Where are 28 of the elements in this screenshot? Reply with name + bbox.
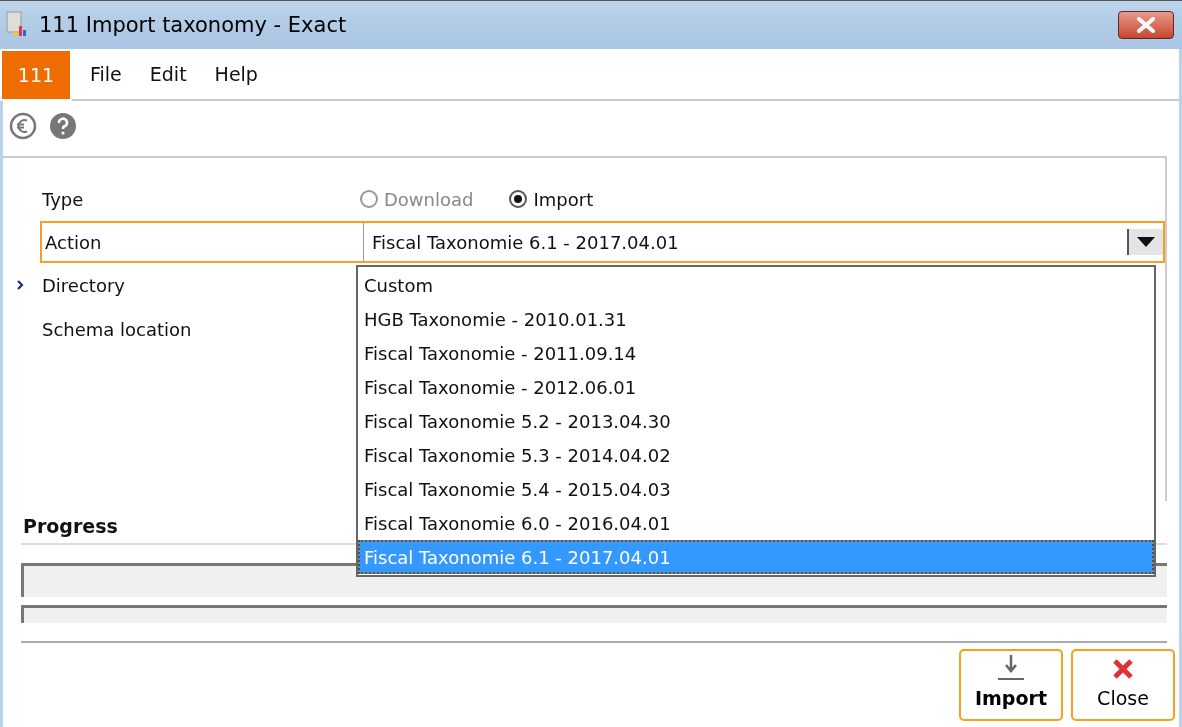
menu-item[interactable]: Edit [135,63,201,85]
dropdown-option[interactable]: Fiscal Taxonomie 6.0 - 2016.04.01 [358,506,1154,540]
dropdown-option[interactable]: Fiscal Taxonomie 5.4 - 2015.04.03 [358,472,1154,506]
euro-icon[interactable] [9,112,37,140]
dropdown-option[interactable]: HGB Taxonomie - 2010.01.31 [358,302,1154,336]
menu-item[interactable]: File [76,63,136,85]
menu-item[interactable]: Help [200,63,272,85]
dropdown-option[interactable]: Custom [358,268,1154,302]
field-label: Type [41,188,85,210]
dropdown-option[interactable]: Fiscal Taxonomie 5.3 - 2014.04.02 [358,438,1154,472]
close-button[interactable] [1118,11,1174,39]
close-icon [1135,17,1157,33]
radio-option[interactable]: Import [509,188,594,210]
window-title: 111 Import taxonomy - Exact [39,13,347,37]
import-button[interactable]: Import [959,649,1063,721]
close-button[interactable]: Close [1071,649,1175,721]
field-label: Action [44,231,103,253]
dropdown-option[interactable]: Fiscal Taxonomie 5.2 - 2013.04.30 [358,404,1154,438]
download-icon [995,653,1027,681]
dropdown-button[interactable] [1127,229,1163,255]
action-dropdown[interactable]: Fiscal Taxonomie 6.1 - 2017.04.01 [363,223,1163,261]
help-icon[interactable] [49,112,77,140]
close-icon [1111,657,1135,681]
dropdown-option[interactable]: Fiscal Taxonomie - 2012.06.01 [358,370,1154,404]
dropdown-option[interactable]: Fiscal Taxonomie - 2011.09.14 [358,336,1154,370]
field-label: Directory [41,274,126,296]
caret-icon [1137,237,1155,247]
field-label: Schema location [41,318,193,340]
